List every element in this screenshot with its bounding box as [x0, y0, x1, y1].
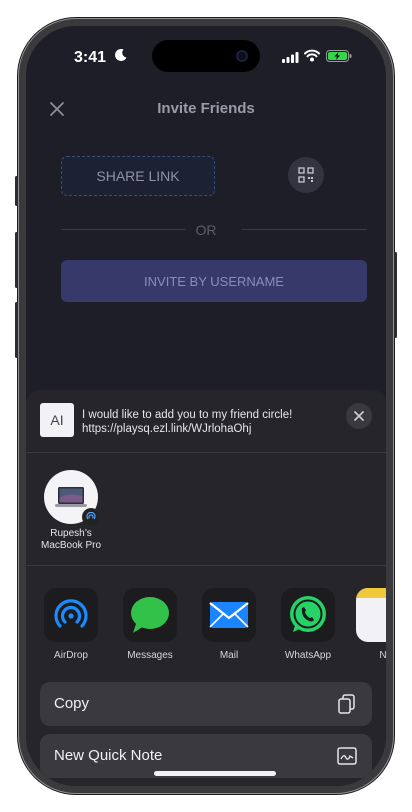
- qr-code-button[interactable]: [288, 157, 324, 193]
- app-label: N: [379, 650, 386, 661]
- whatsapp-icon: [281, 588, 335, 642]
- qr-code-icon: [298, 167, 314, 183]
- notes-icon: [356, 588, 386, 642]
- divider-right: [242, 229, 367, 230]
- app-label: WhatsApp: [284, 650, 332, 661]
- copy-action[interactable]: Copy: [40, 682, 372, 726]
- power-button: [394, 252, 397, 338]
- screen: 3:41 Invite Friends SHARE LINK OR INVITE…: [26, 26, 386, 786]
- share-message: I would like to add you to my friend cir…: [82, 408, 338, 436]
- airdrop-icon: [44, 588, 98, 642]
- copy-label: Copy: [54, 695, 90, 712]
- app-label: Mail: [219, 650, 239, 661]
- mail-icon: [202, 588, 256, 642]
- cellular-signal-icon: [282, 52, 299, 63]
- share-sheet-header: AI I would like to add you to my friend …: [26, 390, 386, 453]
- or-separator: OR: [195, 222, 217, 238]
- home-indicator: [154, 771, 276, 776]
- volume-up-button: [15, 232, 18, 288]
- dynamic-island: [152, 40, 260, 72]
- app-notes[interactable]: N: [348, 588, 386, 661]
- share-sheet: AI I would like to add you to my friend …: [26, 390, 386, 786]
- invite-by-username-label: INVITE BY USERNAME: [144, 273, 284, 289]
- copy-icon: [338, 694, 355, 714]
- invite-by-username-button[interactable]: INVITE BY USERNAME: [61, 260, 367, 302]
- page-title: Invite Friends: [157, 100, 255, 117]
- device-avatar: [44, 470, 100, 526]
- device-name: Rupesh’s MacBook Pro: [36, 528, 106, 552]
- device-name-line2: MacBook Pro: [40, 540, 102, 551]
- app-whatsapp[interactable]: WhatsApp: [273, 588, 343, 661]
- text-document-icon: AI: [40, 403, 74, 437]
- airdrop-device[interactable]: Rupesh’s MacBook Pro: [36, 470, 106, 552]
- device-name-line1: Rupesh’s: [50, 528, 92, 539]
- share-sheet-close-button[interactable]: [346, 403, 372, 429]
- share-apps-row: AirDrop Messages Mail WhatsApp N: [26, 588, 386, 664]
- focus-moon-icon: [115, 48, 127, 61]
- app-label: Messages: [127, 650, 173, 661]
- status-time: 3:41: [74, 49, 107, 66]
- new-quick-note-label: New Quick Note: [54, 747, 163, 764]
- wifi-icon: [304, 49, 320, 62]
- app-mail[interactable]: Mail: [194, 588, 264, 661]
- mute-switch: [15, 176, 18, 206]
- share-message-line1: I would like to add you to my friend cir…: [82, 409, 293, 421]
- airdrop-devices-row: Rupesh’s MacBook Pro: [26, 453, 386, 566]
- quick-note-icon: [337, 747, 357, 765]
- app-label: AirDrop: [54, 650, 88, 661]
- messages-icon: [123, 588, 177, 642]
- airdrop-badge-icon: [82, 508, 100, 526]
- doc-icon-text: AI: [50, 412, 64, 428]
- share-link-button[interactable]: SHARE LINK: [61, 156, 215, 196]
- share-link-label: SHARE LINK: [96, 168, 180, 184]
- app-messages[interactable]: Messages: [115, 588, 185, 661]
- app-airdrop[interactable]: AirDrop: [36, 588, 106, 661]
- battery-charging-icon: [326, 50, 352, 62]
- close-icon: [354, 411, 364, 421]
- status-bar: 3:41: [26, 26, 386, 78]
- volume-down-button: [15, 302, 18, 358]
- share-message-line2: https://playsq.ezl.link/WJrlohaOhj: [82, 423, 252, 435]
- phone-frame: 3:41 Invite Friends SHARE LINK OR INVITE…: [15, 18, 397, 794]
- camera-icon: [236, 50, 248, 62]
